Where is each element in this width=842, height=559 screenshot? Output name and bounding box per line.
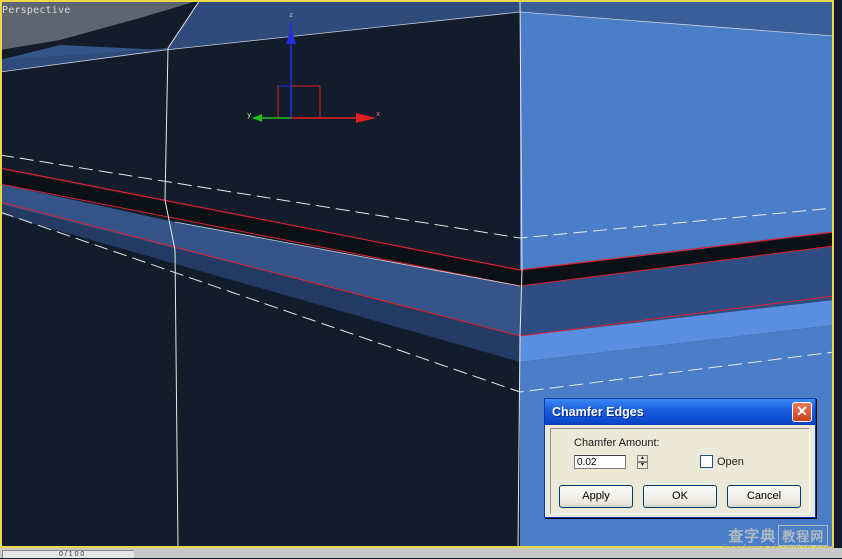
spinner-down-icon[interactable]: ▼ [637, 462, 648, 469]
open-label: Open [717, 456, 744, 468]
ok-button[interactable]: OK [643, 485, 717, 508]
y-axis-label: y [247, 111, 251, 119]
dialog-title: Chamfer Edges [552, 405, 644, 419]
close-icon[interactable]: ✕ [792, 402, 812, 422]
chamfer-amount-spinner[interactable]: ▲ ▼ [637, 455, 648, 470]
apply-button[interactable]: Apply [559, 485, 633, 508]
dialog-titlebar[interactable]: Chamfer Edges ✕ [545, 399, 815, 425]
status-bar: 0 / 1 0 0 [0, 548, 842, 558]
chamfer-amount-label: Chamfer Amount: [574, 437, 660, 449]
cancel-button[interactable]: Cancel [727, 485, 801, 508]
spinner-up-icon[interactable]: ▲ [637, 455, 648, 462]
status-field: 0 / 1 0 0 [2, 550, 134, 558]
chamfer-edges-dialog[interactable]: Chamfer Edges ✕ Chamfer Amount: ▲ ▼ Open… [544, 398, 816, 518]
x-axis-label: x [376, 110, 380, 118]
z-axis-label: z [289, 11, 293, 19]
chamfer-amount-input[interactable] [574, 455, 626, 469]
watermark-logo: 查字典 教程网 [723, 525, 834, 546]
viewport-label[interactable]: Perspective [2, 5, 70, 16]
open-checkbox[interactable] [700, 455, 713, 468]
